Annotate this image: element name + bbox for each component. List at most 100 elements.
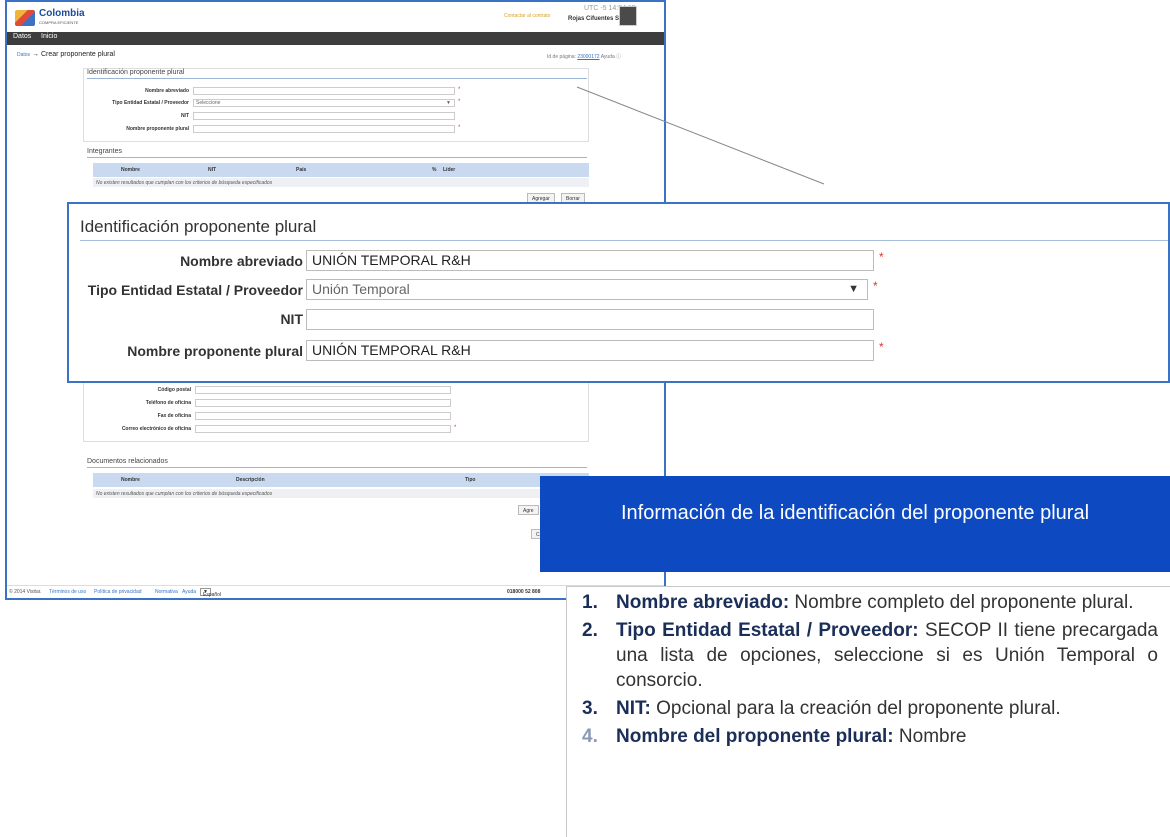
item-term: NIT: bbox=[616, 698, 651, 719]
nav-item-datos[interactable]: Datos bbox=[13, 33, 31, 40]
footer-link-privacidad[interactable]: Política de privacidad bbox=[94, 589, 142, 595]
item-term: Nombre del proponente plural: bbox=[616, 726, 894, 747]
language-select[interactable]: Español (Colombia) ▼ bbox=[200, 588, 221, 598]
help-link[interactable]: Ayuda bbox=[601, 54, 615, 60]
section-rule bbox=[87, 467, 587, 468]
language-value: Español (Colombia) bbox=[203, 592, 222, 598]
item-number: 2. bbox=[582, 620, 598, 641]
chevron-down-icon: ▼ bbox=[446, 100, 451, 106]
correo-input[interactable] bbox=[195, 425, 451, 433]
zoomed-form-panel: Identificación proponente plural Nombre … bbox=[67, 202, 1170, 383]
avatar[interactable] bbox=[619, 6, 637, 26]
dropdown-value: Unión Temporal bbox=[312, 281, 410, 297]
tipo-entidad-select[interactable]: Seleccione ▼ bbox=[193, 99, 455, 107]
help-icon[interactable]: ⓘ bbox=[616, 54, 621, 60]
agregar-documento-button[interactable]: Agre bbox=[518, 505, 539, 515]
page-id-label: Id de página: bbox=[547, 54, 576, 60]
required-mark: * bbox=[879, 340, 884, 354]
required-mark: * bbox=[879, 250, 884, 264]
empty-results-row: No existen resultados que cumplan con lo… bbox=[93, 178, 589, 187]
footer-link-terminos[interactable]: Términos de uso bbox=[49, 589, 86, 595]
notes-list: 1. Nombre abreviado: Nombre completo del … bbox=[582, 587, 1158, 749]
list-item: 1. Nombre abreviado: Nombre completo del … bbox=[582, 590, 1158, 615]
field-label: Nombre abreviado bbox=[145, 88, 189, 94]
nombre-abreviado-input[interactable] bbox=[193, 87, 455, 95]
nombre-proponente-plural-field[interactable]: UNIÓN TEMPORAL R&H bbox=[306, 340, 874, 361]
item-text: Nombre completo del proponente plural. bbox=[789, 592, 1134, 613]
documentos-table-header: Nombre Descripción Tipo bbox=[93, 473, 589, 487]
tutorial-slide: Colombia COMPRA EFICIENTE Contactar al c… bbox=[0, 0, 1170, 837]
page-id-value[interactable]: 23000172 bbox=[577, 54, 599, 60]
column-header: País bbox=[296, 167, 307, 173]
colombia-logo[interactable]: Colombia COMPRA EFICIENTE bbox=[15, 7, 93, 29]
fax-input[interactable] bbox=[195, 412, 451, 420]
column-header: Tipo bbox=[465, 477, 476, 483]
field-label: Teléfono de oficina bbox=[145, 400, 191, 406]
breadcrumb-separator: → bbox=[30, 51, 41, 58]
field-label: Nombre proponente plural bbox=[126, 126, 189, 132]
list-item: 2. Tipo Entidad Estatal / Proveedor: SECO… bbox=[582, 618, 1158, 693]
breadcrumb: Datos → Crear proponente plural bbox=[17, 51, 115, 58]
contact-link[interactable]: Contactar al contrato bbox=[504, 13, 550, 19]
nit-input[interactable] bbox=[193, 112, 455, 120]
column-header: NIT bbox=[208, 167, 217, 173]
item-term: Tipo Entidad Estatal / Proveedor: bbox=[616, 620, 919, 641]
codigo-postal-input[interactable] bbox=[195, 386, 451, 394]
empty-results-row: No existen resultados que cumplan con lo… bbox=[93, 489, 589, 498]
field-label: Fax de oficina bbox=[157, 413, 191, 419]
integrantes-title: Integrantes bbox=[87, 148, 123, 155]
required-mark: * bbox=[458, 125, 461, 131]
required-mark: * bbox=[458, 87, 461, 93]
tipo-entidad-dropdown[interactable]: Unión Temporal ▼ bbox=[306, 279, 868, 300]
item-number: 1. bbox=[582, 592, 598, 613]
logo-name: Colombia bbox=[39, 8, 85, 19]
item-number: 4. bbox=[582, 726, 598, 747]
item-number: 3. bbox=[582, 698, 598, 719]
field-label: NIT bbox=[180, 113, 189, 119]
label-nombre-abreviado: Nombre abreviado bbox=[180, 253, 303, 269]
required-mark: * bbox=[454, 425, 457, 431]
item-text: Opcional para la creación del proponente… bbox=[650, 698, 1061, 719]
field-label: Código postal bbox=[157, 387, 191, 393]
documentos-title: Documentos relacionados bbox=[87, 458, 168, 465]
field-label: Tipo Entidad Estatal / Proveedor bbox=[112, 100, 189, 106]
nombre-plural-input[interactable] bbox=[193, 125, 455, 133]
footer-copyright: © 2014 Visitar. bbox=[9, 589, 42, 595]
logo-subtitle: COMPRA EFICIENTE bbox=[39, 20, 79, 25]
footer-link-ayuda[interactable]: Ayuda bbox=[182, 589, 196, 595]
field-notes: 1. Nombre abreviado: Nombre completo del … bbox=[566, 586, 1170, 837]
top-header: Colombia COMPRA EFICIENTE Contactar al c… bbox=[7, 2, 664, 32]
required-mark: * bbox=[873, 279, 878, 293]
nav-item-inicio[interactable]: Inicio bbox=[41, 33, 57, 40]
section-rule bbox=[87, 78, 587, 79]
item-term: Nombre abreviado: bbox=[616, 592, 790, 613]
flag-icon bbox=[15, 10, 35, 26]
main-nav: Datos Inicio bbox=[7, 32, 664, 45]
column-header: % bbox=[432, 167, 437, 173]
list-item: 4. Nombre del proponente plural: Nombre bbox=[582, 724, 1158, 749]
column-header: Nombre bbox=[121, 167, 140, 173]
item-text: Nombre bbox=[893, 726, 967, 747]
page-id: Id de página: 23000172 Ayuda ⓘ bbox=[547, 53, 621, 60]
nombre-abreviado-field[interactable]: UNIÓN TEMPORAL R&H bbox=[306, 250, 874, 271]
label-tipo-entidad: Tipo Entidad Estatal / Proveedor bbox=[87, 282, 303, 298]
select-placeholder: Seleccione bbox=[196, 100, 221, 106]
section-rule bbox=[87, 157, 587, 158]
footer-link-normativa[interactable]: Normativa bbox=[155, 589, 178, 595]
telefono-input[interactable] bbox=[195, 399, 451, 407]
field-label: Correo electrónico de oficina bbox=[121, 426, 191, 432]
footer-phone: 018000 52 808 bbox=[507, 589, 541, 595]
column-header: Descripción bbox=[236, 477, 265, 483]
zoom-section-title: Identificación proponente plural bbox=[80, 217, 317, 236]
identificacion-title: Identificación proponente plural bbox=[87, 69, 185, 76]
required-mark: * bbox=[458, 99, 461, 105]
nit-field[interactable] bbox=[306, 309, 874, 330]
info-banner: Información de la identificación del pro… bbox=[540, 476, 1170, 572]
zoom-section-rule bbox=[80, 240, 1168, 241]
chevron-down-icon: ▼ bbox=[848, 283, 859, 295]
breadcrumb-link[interactable]: Datos bbox=[17, 52, 30, 58]
label-nombre-proponente-plural: Nombre proponente plural bbox=[127, 343, 303, 359]
column-header: Nombre bbox=[121, 477, 140, 483]
integrantes-table-header: Nombre NIT País % Líder bbox=[93, 163, 589, 177]
label-nit: NIT bbox=[280, 311, 303, 327]
